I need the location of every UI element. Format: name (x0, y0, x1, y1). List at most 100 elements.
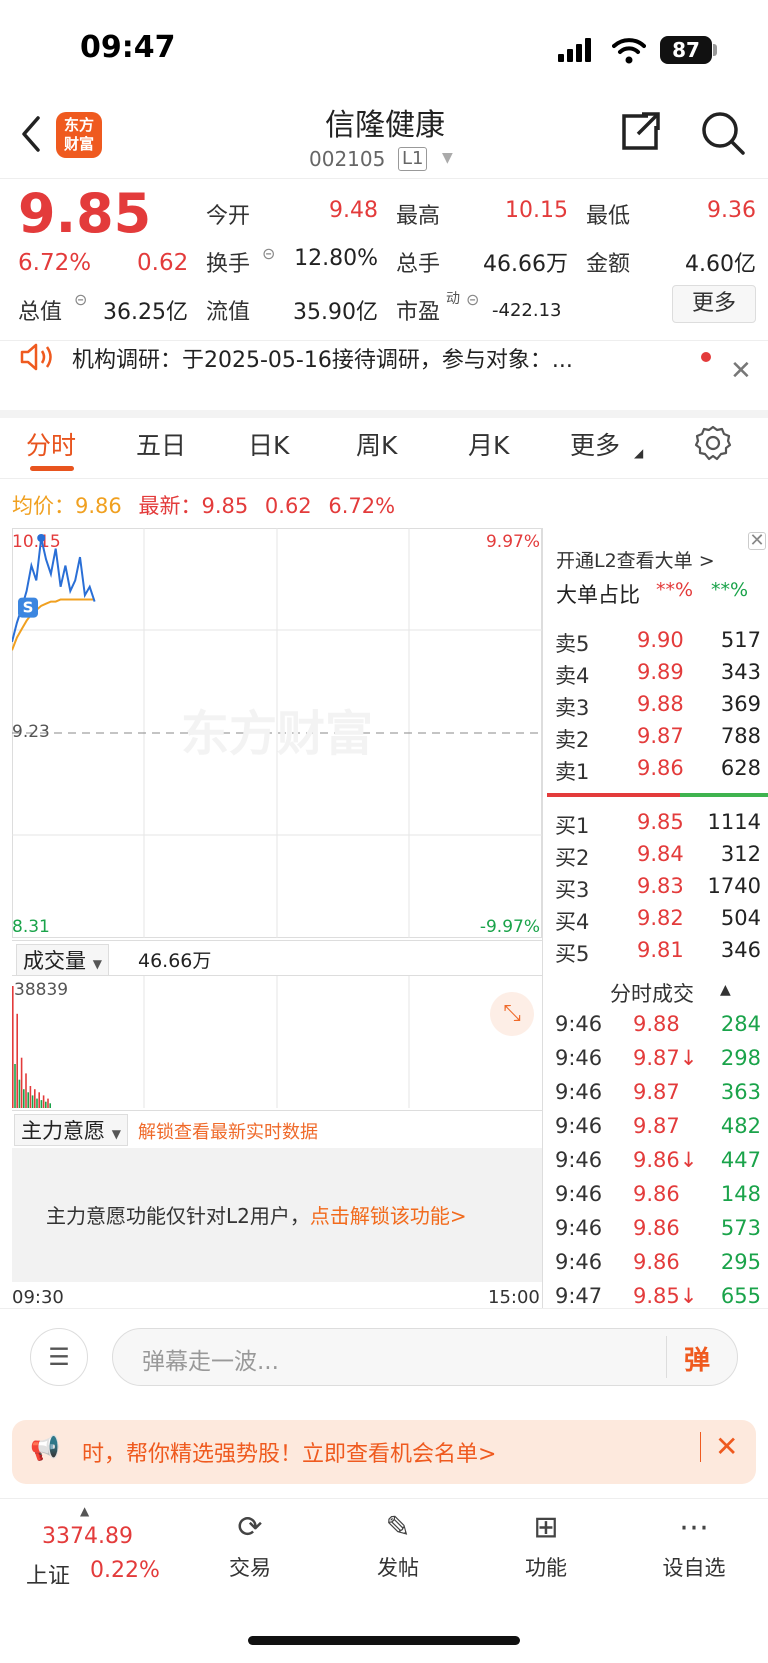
open-value: 9.48 (329, 198, 378, 223)
bid-volume: 1740 (707, 874, 761, 898)
dropdown-caret-icon[interactable]: ▼ (442, 150, 453, 166)
bid-row: 买4 9.82 504 (555, 906, 761, 938)
price-summary-row: 均价：9.86 最新：9.85 0.62 6.72% (12, 490, 405, 520)
ask-row: 卖4 9.89 343 (555, 660, 761, 692)
ask-row: 卖3 9.88 369 (555, 692, 761, 724)
nav-label: 功能 (525, 1556, 567, 1580)
nav-trade[interactable]: ⟳ 交易 (200, 1508, 300, 1582)
more-icon: ⋯ (679, 1510, 709, 1545)
trade-row: 9:46 9.86 295 (555, 1250, 761, 1282)
post-icon: ✎ (385, 1510, 411, 1545)
main-force-selector[interactable]: 主力意愿 ▼ (14, 1114, 128, 1146)
unlock-feature-link[interactable]: 点击解锁该功能> (310, 1204, 467, 1228)
back-icon[interactable] (18, 114, 44, 154)
change-percent: 6.72% (18, 250, 92, 276)
more-button[interactable]: 更多 (672, 285, 756, 323)
tab-more[interactable]: 更多 (570, 426, 620, 462)
search-icon[interactable] (700, 110, 746, 156)
close-icon[interactable]: ✕ (700, 1432, 738, 1462)
latest-change: 0.62 (264, 494, 312, 518)
share-icon[interactable] (618, 108, 664, 154)
index-value[interactable]: 3374.89 (42, 1524, 133, 1549)
index-change-pct[interactable]: 0.22% (90, 1558, 160, 1583)
nav-features[interactable]: ⊞ 功能 (496, 1508, 596, 1582)
trade-price: 9.87 (633, 1080, 680, 1104)
volume-selector[interactable]: 成交量 ▼ (16, 944, 109, 976)
x-label-end: 15:00 (488, 1287, 540, 1308)
nav-add-watchlist[interactable]: ⋯ 设自选 (644, 1508, 744, 1582)
trade-time: 9:46 (555, 1250, 603, 1274)
trade-price: 9.86 (633, 1250, 680, 1274)
main-force-label: 主力意愿 (21, 1119, 105, 1143)
trade-volume: 573 (720, 1216, 761, 1240)
pe-label: 市盈 (396, 300, 441, 325)
settings-icon[interactable] (694, 424, 732, 462)
comment-list-icon[interactable]: ☰ (30, 1328, 88, 1386)
trade-row: 9:46 9.86 573 (555, 1216, 761, 1248)
notice-text: 机构调研：于2025-05-16接待调研，参与对象：... (72, 348, 573, 373)
turnover-value: 12.80% (294, 246, 378, 271)
high-value: 10.15 (505, 198, 568, 223)
avg-value: 9.86 (75, 494, 122, 518)
trade-volume: 298 (720, 1046, 761, 1070)
tab-daily-k[interactable]: 日K (248, 426, 289, 462)
current-price: 9.85 (18, 182, 152, 245)
unlock-realtime-link[interactable]: 解锁查看最新实时数据 (138, 1118, 318, 1144)
volume-chart[interactable] (12, 976, 542, 1108)
info-icon[interactable]: ⊝ (466, 290, 479, 309)
big-order-sell: **% (711, 579, 749, 601)
bid-row: 买3 9.83 1740 (555, 874, 761, 906)
tab-intraday[interactable]: 分时 (26, 426, 76, 462)
high-label: 最高 (396, 204, 441, 229)
trade-volume: 363 (720, 1080, 761, 1104)
nav-label: 设自选 (662, 1556, 726, 1580)
volume-bar (27, 1092, 29, 1108)
header-divider (0, 178, 768, 179)
close-icon[interactable]: ✕ (748, 532, 766, 550)
expand-icon[interactable]: ⤡ (490, 992, 534, 1036)
stock-code: 002105 (309, 147, 386, 171)
bid-price: 9.83 (637, 874, 684, 898)
chevron-down-icon: ▼ (111, 1127, 121, 1141)
trade-time: 9:46 (555, 1148, 603, 1172)
tab-weekly-k[interactable]: 周K (356, 426, 397, 462)
grid-icon: ⊞ (533, 1510, 559, 1545)
ask-volume: 343 (720, 660, 761, 684)
watermark: 东方财富 (181, 706, 373, 762)
promo-text[interactable]: 时，帮你精选强势股！立即查看机会名单> (82, 1436, 496, 1468)
trade-row: 9:46 9.87↓ 298 (555, 1046, 761, 1078)
tab-five-day[interactable]: 五日 (136, 426, 186, 462)
trade-price: 9.87↓ (633, 1046, 698, 1070)
tab-monthly-k[interactable]: 月K (468, 426, 509, 462)
ask-row: 卖5 9.90 517 (555, 628, 761, 660)
ask-price: 9.88 (637, 692, 684, 716)
open-l2-link[interactable]: 开通L2查看大单 > (556, 546, 715, 573)
nav-post[interactable]: ✎ 发帖 (348, 1508, 448, 1582)
trade-time: 9:46 (555, 1012, 603, 1036)
level-badge[interactable]: L1 (398, 147, 428, 171)
tabs-divider (0, 478, 768, 479)
ask-volume: 788 (720, 724, 761, 748)
trade-volume: 447 (720, 1148, 761, 1172)
bullet-send-button[interactable]: 弹 (684, 1340, 710, 1377)
trade-volume: 655 (720, 1284, 761, 1308)
trade-row: 9:46 9.87 482 (555, 1114, 761, 1146)
trade-time: 9:46 (555, 1046, 603, 1070)
trade-price: 9.86 (633, 1182, 680, 1206)
trades-title[interactable]: 分时成交 (610, 978, 694, 1008)
bid-price: 9.84 (637, 842, 684, 866)
amount-label: 金额 (586, 252, 631, 277)
open-label: 今开 (206, 204, 251, 229)
collapse-caret-icon[interactable]: ▲ (720, 982, 731, 998)
info-icon[interactable]: ⊝ (262, 244, 275, 263)
index-name[interactable]: 上证 (26, 1558, 70, 1590)
close-icon[interactable]: ✕ (730, 356, 752, 386)
volume-bar (47, 1098, 49, 1108)
wifi-icon (612, 38, 646, 64)
ask-price: 9.87 (637, 724, 684, 748)
s-marker-icon[interactable]: S (18, 597, 38, 618)
bid-label: 买1 (555, 814, 590, 838)
y-label-low: 8.31 (12, 917, 50, 937)
ask-price: 9.86 (637, 756, 684, 780)
intraday-price-chart[interactable]: 东方财富 10.15 9.23 8.31 9.97% -9.97% S (12, 528, 542, 938)
